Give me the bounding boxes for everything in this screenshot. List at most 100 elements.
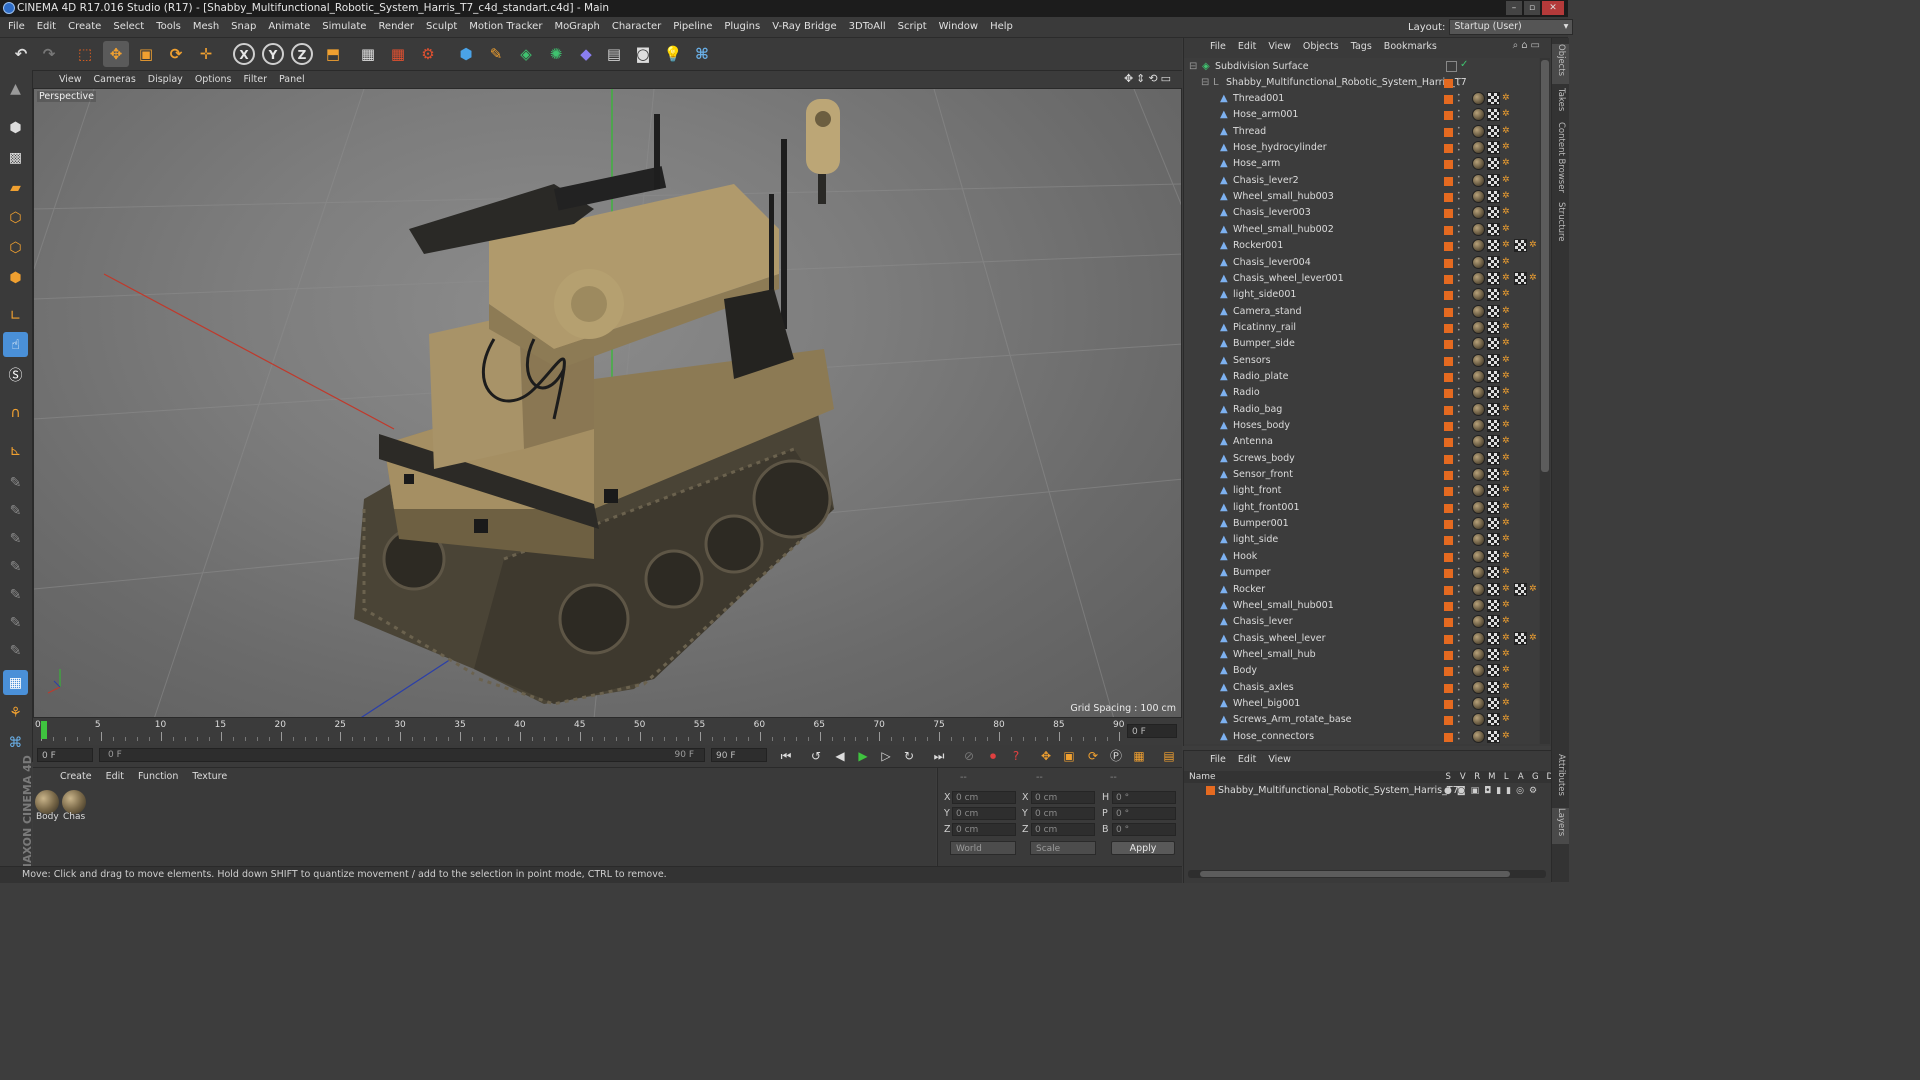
- texture-tag-icon[interactable]: [1487, 173, 1500, 187]
- visibility-dots-icon[interactable]: • •: [1457, 223, 1463, 236]
- magnet-icon[interactable]: ∩: [3, 400, 28, 425]
- visibility-dots-icon[interactable]: • •: [1457, 240, 1463, 252]
- sculpt-brush-6-icon[interactable]: ✎: [3, 610, 28, 635]
- previous-frame-icon[interactable]: ◀: [830, 747, 850, 765]
- phong-tag-icon[interactable]: ✲: [1502, 386, 1512, 399]
- menu-edit[interactable]: Edit: [31, 17, 62, 37]
- object-row[interactable]: ▲ Picatinny_rail • • ✲: [1184, 320, 1539, 336]
- material-tag-icon[interactable]: [1472, 517, 1485, 531]
- render-toggle-icon[interactable]: [1446, 61, 1457, 72]
- menu-character[interactable]: Character: [606, 17, 667, 37]
- menu-3dtoall[interactable]: 3DToAll: [843, 17, 892, 37]
- layer-color-swatch[interactable]: [1444, 650, 1453, 660]
- object-row[interactable]: ▲ light_front • • ✲: [1184, 483, 1539, 499]
- menu-help[interactable]: Help: [984, 17, 1019, 37]
- material-tag-icon[interactable]: [1472, 304, 1485, 318]
- tab-content-browser[interactable]: Content Browser: [1552, 122, 1569, 202]
- viewport-menu-filter[interactable]: Filter: [237, 71, 273, 88]
- menu-select[interactable]: Select: [107, 17, 150, 37]
- visibility-dots-icon[interactable]: • •: [1457, 354, 1463, 367]
- visibility-dots-icon[interactable]: • •: [1457, 681, 1463, 694]
- paint-icon[interactable]: ⚘: [3, 700, 28, 725]
- viewport-menu-panel[interactable]: Panel: [273, 71, 311, 88]
- layer-color-swatch[interactable]: [1444, 699, 1453, 709]
- material-tag-icon[interactable]: [1472, 222, 1485, 236]
- viewport-nav-icons[interactable]: ✥⇕⟲▭: [1124, 72, 1174, 85]
- texture-tag-icon[interactable]: [1487, 141, 1500, 155]
- om-menu-tags[interactable]: Tags: [1345, 38, 1378, 56]
- visibility-dots-icon[interactable]: • •: [1457, 648, 1463, 661]
- layer-color-swatch[interactable]: [1444, 340, 1453, 350]
- phong-tag-icon[interactable]: ✲: [1529, 583, 1539, 596]
- menu-snap[interactable]: Snap: [225, 17, 262, 37]
- texture-tag-icon[interactable]: [1487, 435, 1500, 449]
- texture-tag-icon[interactable]: [1487, 696, 1500, 710]
- material-tag-icon[interactable]: [1472, 369, 1485, 383]
- python-icon[interactable]: ⌘: [3, 730, 28, 755]
- viewport-3d[interactable]: Perspective Grid Spacing : 100 cm: [33, 88, 1182, 718]
- menu-sculpt[interactable]: Sculpt: [420, 17, 463, 37]
- phong-tag-icon[interactable]: ✲: [1529, 632, 1539, 645]
- material-menu-texture[interactable]: Texture: [185, 768, 234, 786]
- texture-tag-icon[interactable]: [1487, 615, 1500, 629]
- texture-tag-icon[interactable]: [1487, 386, 1500, 400]
- visibility-dots-icon[interactable]: • •: [1457, 305, 1463, 318]
- phong-tag-icon[interactable]: ✲: [1502, 305, 1512, 318]
- object-row[interactable]: ▲ Chasis_wheel_lever001 • • ✲ ✲: [1184, 271, 1539, 287]
- phong-tag-icon[interactable]: ✲: [1502, 157, 1512, 170]
- move-tool-icon[interactable]: ✥: [103, 41, 129, 67]
- mograph-cloner-icon[interactable]: ✺: [543, 41, 569, 67]
- tab-attributes[interactable]: Attributes: [1552, 754, 1569, 804]
- tree-row-root[interactable]: ⊟ ◈ Subdivision Surface ✓: [1184, 59, 1539, 75]
- size-y-field[interactable]: 0 cm: [1031, 807, 1095, 820]
- lm-menu-edit[interactable]: Edit: [1232, 751, 1262, 769]
- object-row[interactable]: ▲ Antenna • • ✲: [1184, 434, 1539, 450]
- visibility-dots-icon[interactable]: • •: [1457, 550, 1463, 563]
- material-menu-function[interactable]: Function: [131, 768, 185, 786]
- menu-pipeline[interactable]: Pipeline: [667, 17, 718, 37]
- phong-tag-icon[interactable]: ✲: [1502, 730, 1512, 743]
- layer-color-swatch[interactable]: [1444, 291, 1453, 301]
- object-row[interactable]: ▲ Screws_body • • ✲: [1184, 451, 1539, 467]
- x-axis-lock-icon[interactable]: X: [231, 41, 257, 67]
- menu-vray-bridge[interactable]: V-Ray Bridge: [766, 17, 842, 37]
- om-menu-file[interactable]: File: [1204, 38, 1232, 56]
- texture-tag-icon[interactable]: [1487, 664, 1500, 678]
- model-mode-icon[interactable]: ⬢: [3, 115, 28, 140]
- texture-tag-icon[interactable]: [1487, 190, 1500, 204]
- camera-icon[interactable]: ◙: [630, 41, 656, 67]
- phong-tag-icon[interactable]: ✲: [1502, 239, 1512, 252]
- visibility-dots-icon[interactable]: • •: [1457, 665, 1463, 677]
- object-row[interactable]: ▲ Bumper001 • • ✲: [1184, 516, 1539, 532]
- material-tag-icon[interactable]: [1472, 239, 1485, 253]
- next-frame-icon[interactable]: ▷: [876, 747, 896, 765]
- collapse-icon[interactable]: ⊟: [1201, 78, 1210, 88]
- texture-tag-icon[interactable]: [1487, 549, 1500, 563]
- layer-color-swatch[interactable]: [1444, 193, 1453, 203]
- pos-y-field[interactable]: 0 cm: [952, 807, 1016, 820]
- phong-tag-icon[interactable]: ✲: [1529, 239, 1539, 252]
- points-mode-icon[interactable]: ⬡: [3, 205, 28, 230]
- texture-tag-icon[interactable]: [1487, 713, 1500, 727]
- visibility-dots-icon[interactable]: • •: [1457, 599, 1463, 612]
- layer-color-swatch[interactable]: [1444, 536, 1453, 546]
- enabled-check-icon[interactable]: ✓: [1460, 59, 1468, 70]
- visibility-dots-icon[interactable]: • •: [1457, 338, 1463, 350]
- phong-tag-icon[interactable]: ✲: [1502, 468, 1512, 481]
- texture-tag-icon[interactable]: [1487, 647, 1500, 661]
- layer-color-swatch[interactable]: [1444, 732, 1453, 742]
- phong-tag-icon[interactable]: ✲: [1502, 354, 1512, 367]
- phong-tag-icon[interactable]: ✲: [1502, 501, 1512, 514]
- timeline-ruler[interactable]: 0 5 10 15 20 25 30 35 40 45 50 55 60 65 70 75 80 85 90 0 F: [33, 718, 1182, 745]
- size-x-field[interactable]: 0 cm: [1031, 791, 1095, 804]
- material-tag-icon[interactable]: [1472, 206, 1485, 220]
- material-tag-icon[interactable]: [1472, 435, 1485, 449]
- material-tag-icon[interactable]: [1472, 484, 1485, 498]
- phong-tag-icon[interactable]: ✲: [1502, 664, 1512, 677]
- visibility-dots-icon[interactable]: • •: [1457, 77, 1463, 89]
- layer-color-swatch[interactable]: [1444, 274, 1453, 284]
- layer-color-swatch[interactable]: [1444, 520, 1453, 530]
- visibility-dots-icon[interactable]: • •: [1457, 469, 1463, 481]
- texture-tag-icon[interactable]: [1487, 402, 1500, 416]
- timeline-window-icon[interactable]: ▤: [1159, 747, 1179, 765]
